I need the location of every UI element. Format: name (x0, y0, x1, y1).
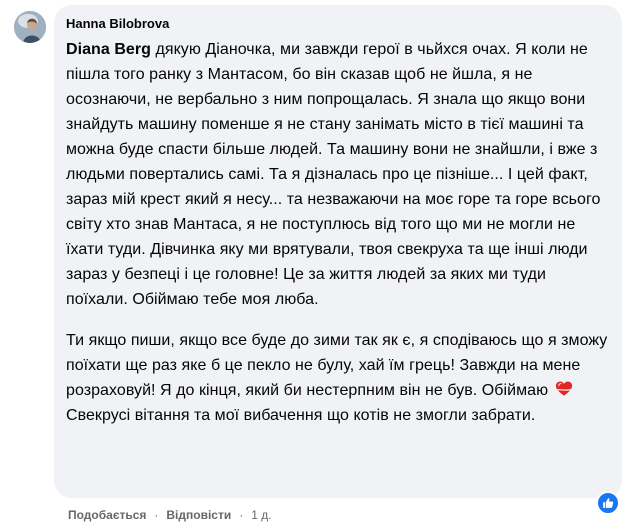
comment-paragraph-2: Ти якщо пиши, якщо все буде до зими так … (66, 328, 610, 428)
red-heart-icon (555, 381, 572, 396)
comment-timestamp[interactable]: 1 д. (251, 507, 271, 523)
paragraph-2-text-start: Ти якщо пиши, якщо все буде до зими так … (66, 332, 608, 399)
avatar[interactable] (14, 11, 46, 43)
paragraph-2-text-end: Свекрусі вітання та мої вибачення що кот… (66, 407, 536, 424)
separator: · (239, 508, 244, 522)
like-reaction-badge[interactable] (596, 491, 620, 515)
comment-author[interactable]: Hanna Bilobrova (66, 16, 169, 32)
separator: · (154, 508, 159, 522)
comment-paragraph-1: Diana Berg дякую Діаночка, ми завжди гер… (66, 37, 610, 312)
mention-link[interactable]: Diana Berg (66, 41, 151, 58)
paragraph-1-text: дякую Діаночка, ми завжди герої в чьйхся… (66, 41, 601, 308)
like-button[interactable]: Подобається (68, 507, 146, 523)
comment-text: Diana Berg дякую Діаночка, ми завжди гер… (66, 37, 610, 428)
thumbs-up-icon (603, 498, 614, 508)
comment-bubble: Hanna Bilobrova Diana Berg дякую Діаночк… (54, 5, 622, 498)
comment-actions: Подобається · Відповісти · 1 д. (68, 507, 272, 523)
avatar-image (14, 11, 46, 43)
reply-button[interactable]: Відповісти (166, 507, 231, 523)
